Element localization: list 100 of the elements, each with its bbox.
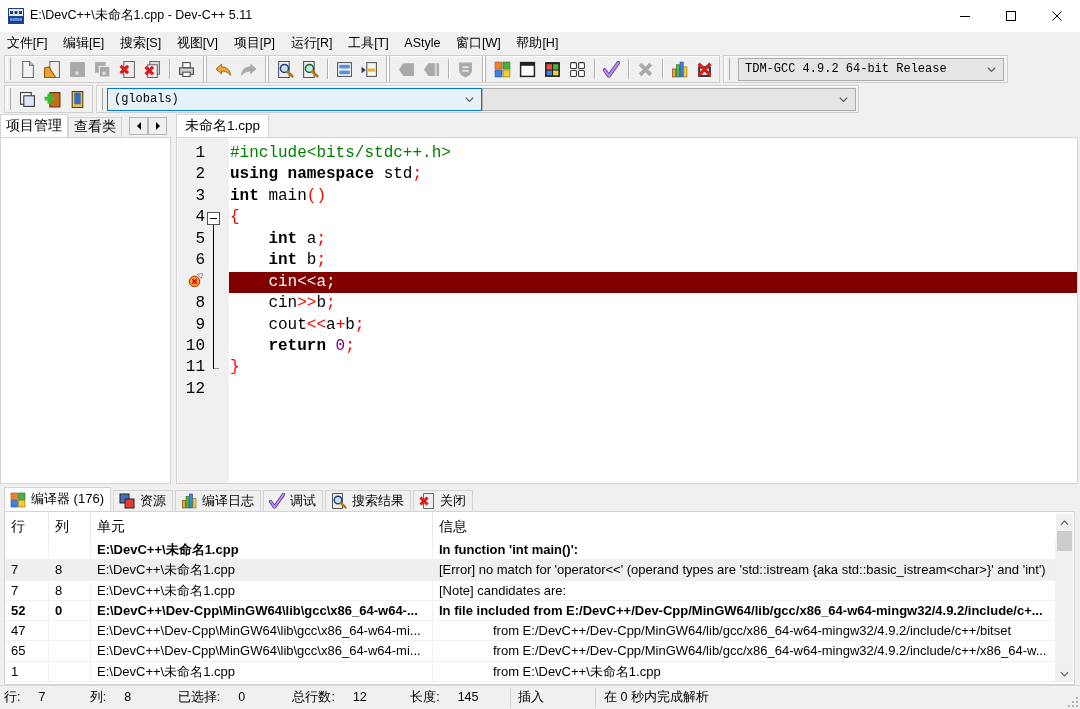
color-grid-icon — [10, 491, 26, 508]
menu-item[interactable]: 视图[V] — [168, 32, 226, 54]
color-grid-icon — [494, 60, 511, 78]
collapse-box-icon[interactable] — [207, 211, 220, 225]
table-cell: E:\DevC++\Dev-Cpp\MinGW64\lib\gcc\x86_64-w64-... — [97, 602, 418, 618]
status-label: 长度: — [410, 689, 440, 706]
code-line: using namespace std; — [230, 165, 423, 184]
status-value: 0 — [238, 689, 246, 706]
menu-item[interactable]: 文件[F] — [0, 32, 56, 54]
code-line: cin<<a; — [268, 272, 336, 291]
insert-mode-text: 插入 — [518, 689, 544, 706]
table-cell: [Note] candidates are: — [439, 582, 567, 598]
printer-icon — [178, 60, 195, 78]
menu-item[interactable]: 窗口[W] — [448, 32, 509, 54]
close-icon — [1052, 11, 1062, 21]
code-line: int main() — [230, 186, 327, 205]
disks-icon — [94, 60, 111, 78]
column-header[interactable]: 行 — [11, 518, 25, 534]
table-cell: from E:/DevC++/Dev-Cpp/MinGW64/lib/gcc/x86_64-w64-mingw32/4.9.2/include/c++/bitset — [493, 623, 1012, 639]
page-cross-icon — [119, 60, 136, 78]
maximize-icon — [1006, 11, 1016, 21]
table-row[interactable]: 65 E:\DevC++\Dev-Cpp\MinGW64\lib\gcc\x86_64-w64-mi... from E:/DevC++/Dev-Cpp/MinGW64/lib/gcc/x86_64-w64-mingw32/4.9.2/include/c++/x86_64-w... — [5, 641, 1056, 662]
line-number: 1 — [195, 144, 205, 162]
scroll-left-button[interactable] — [129, 117, 148, 135]
window-icon — [519, 60, 536, 78]
resize-grip-icon — [1068, 697, 1078, 707]
dropdown-field[interactable]: TDM-GCC 4.9.2 64-bit Release — [738, 57, 1004, 81]
table-row[interactable]: 7 8 E:\DevC++\未命名1.cpp [Error] no match for 'operator<<' (operand types are 'std::istream {aka std::basic_istream<char>}' and 'int') — [5, 560, 1056, 581]
tab[interactable]: 未命名1.cpp — [176, 114, 270, 137]
page-magnifier-icon — [277, 60, 294, 78]
table-cell: 0 — [55, 602, 63, 618]
status-value: 145 — [457, 689, 479, 706]
code-editor[interactable]: 1 2 3 4 5 6 8 9 10 11 12 #include<bits/stdc++.h> using namespace std; int main() { int a; int b; cin<<a; cin>>b; cout<<a+b; return 0; } — [176, 137, 1078, 484]
status-label: 已选择: — [177, 689, 221, 706]
table-cell: [Error] no match for 'operator<<' (operand types are 'std::istream {aka std::basic_istream<char>}' and 'int') — [439, 562, 1046, 578]
menu-item[interactable]: 搜索[S] — [112, 32, 169, 54]
tag-icon — [423, 60, 440, 78]
undo-arrow-icon — [215, 60, 232, 78]
crossed-chart-icon — [696, 60, 713, 78]
dropdown-field[interactable]: (globals) — [107, 87, 482, 111]
grid-icon — [569, 60, 586, 78]
blank-page-icon — [19, 60, 36, 78]
line-number: 10 — [185, 336, 205, 355]
table-cell: from E:\DevC++\未命名1.cpp — [493, 663, 661, 679]
menu-item[interactable]: AStyle — [396, 32, 449, 54]
code-line: } — [230, 358, 240, 377]
tab[interactable]: 项目管理 — [0, 114, 68, 137]
column-header[interactable]: 单元 — [97, 518, 125, 534]
page-cross-icon — [418, 493, 435, 509]
table-cell: 1 — [11, 663, 19, 679]
table-row[interactable]: 47 E:\DevC++\Dev-Cpp\MinGW64\lib\gcc\x86_64-w64-mi... from E:/DevC++/Dev-Cpp/MinGW64/lib/gcc/x86_64-w64-mingw32/4.9.2/include/c++/bitset — [5, 621, 1056, 642]
menu-item[interactable]: 运行[R] — [282, 32, 341, 54]
tag-icon — [398, 60, 415, 78]
book-icon — [69, 90, 86, 108]
scrollbar-thumb[interactable] — [1057, 531, 1072, 551]
table-row[interactable]: 1 E:\DevC++\未命名1.cpp from E:\DevC++\未命名1.cpp — [5, 661, 1056, 683]
line-number: 12 — [185, 379, 205, 398]
status-label: 列: — [89, 689, 107, 706]
line-number: 8 — [195, 294, 205, 313]
table-row[interactable]: 52 0 E:\DevC++\Dev-Cpp\MinGW64\lib\gcc\x86_64-w64-... In file included from E:/DevC++/Dev-Cpp/MinGW64/lib/gcc/x86_64-w64-mingw32/4.9.2/include/c+... — [5, 600, 1056, 622]
status-value: 8 — [124, 689, 132, 706]
code-line: cout<<a+b; — [268, 315, 365, 334]
tab[interactable]: 关闭 — [412, 490, 473, 511]
left-triangle-icon — [135, 122, 142, 130]
dropdown-field[interactable] — [482, 87, 856, 111]
column-header[interactable]: 列 — [55, 518, 69, 534]
redo-arrow-icon — [240, 60, 257, 78]
column-header[interactable]: 信息 — [439, 518, 467, 534]
code-line: cin>>b; — [268, 294, 336, 313]
table-row[interactable]: 7 8 E:\DevC++\未命名1.cpp [Note] candidates are: — [5, 580, 1056, 601]
code-line: int b; — [268, 251, 327, 270]
status-value: 12 — [352, 689, 367, 706]
tab[interactable]: 搜索结果 — [324, 490, 411, 511]
tab[interactable]: 调试 — [262, 490, 323, 511]
table-cell: 8 — [55, 562, 63, 578]
stacked-bars-icon — [336, 60, 353, 78]
code-line: #include<bits/stdc++.h> — [230, 144, 451, 162]
check-icon — [603, 60, 620, 78]
page-frame-icon — [19, 90, 36, 108]
bar-chart-icon — [180, 493, 197, 509]
vertical-scrollbar[interactable] — [1056, 514, 1073, 682]
menu-item[interactable]: 帮助[H] — [508, 32, 567, 54]
tab[interactable]: 查看类 — [68, 117, 122, 137]
menu-item[interactable]: 编辑[E] — [55, 32, 113, 54]
scroll-right-button[interactable] — [148, 117, 167, 135]
code-line: { — [230, 208, 240, 227]
tab[interactable]: 编译器 (176) — [4, 487, 111, 511]
code-line: return 0; — [268, 336, 355, 355]
table-cell: from E:/DevC++/Dev-Cpp/MinGW64/lib/gcc/x86_64-w64-mingw32/4.9.2/include/c++/x86_64-w... — [493, 643, 1047, 659]
menu-item[interactable]: 项目[P] — [225, 32, 283, 54]
table-cell: E:\DevC++\未命名1.cpp — [97, 562, 235, 578]
check-icon — [268, 493, 285, 509]
right-triangle-icon — [154, 122, 161, 130]
tab[interactable]: 编译日志 — [174, 490, 261, 511]
status-message: 在 0 秒内完成解析 — [604, 689, 709, 706]
window-title: E:\DevC++\未命名1.cpp - Dev-C++ 5.11 — [30, 8, 253, 24]
color-window-icon — [544, 60, 561, 78]
menu-item[interactable]: 工具[T] — [340, 32, 397, 54]
status-label: 行: — [4, 689, 21, 706]
tab[interactable]: 资源 — [112, 490, 173, 511]
